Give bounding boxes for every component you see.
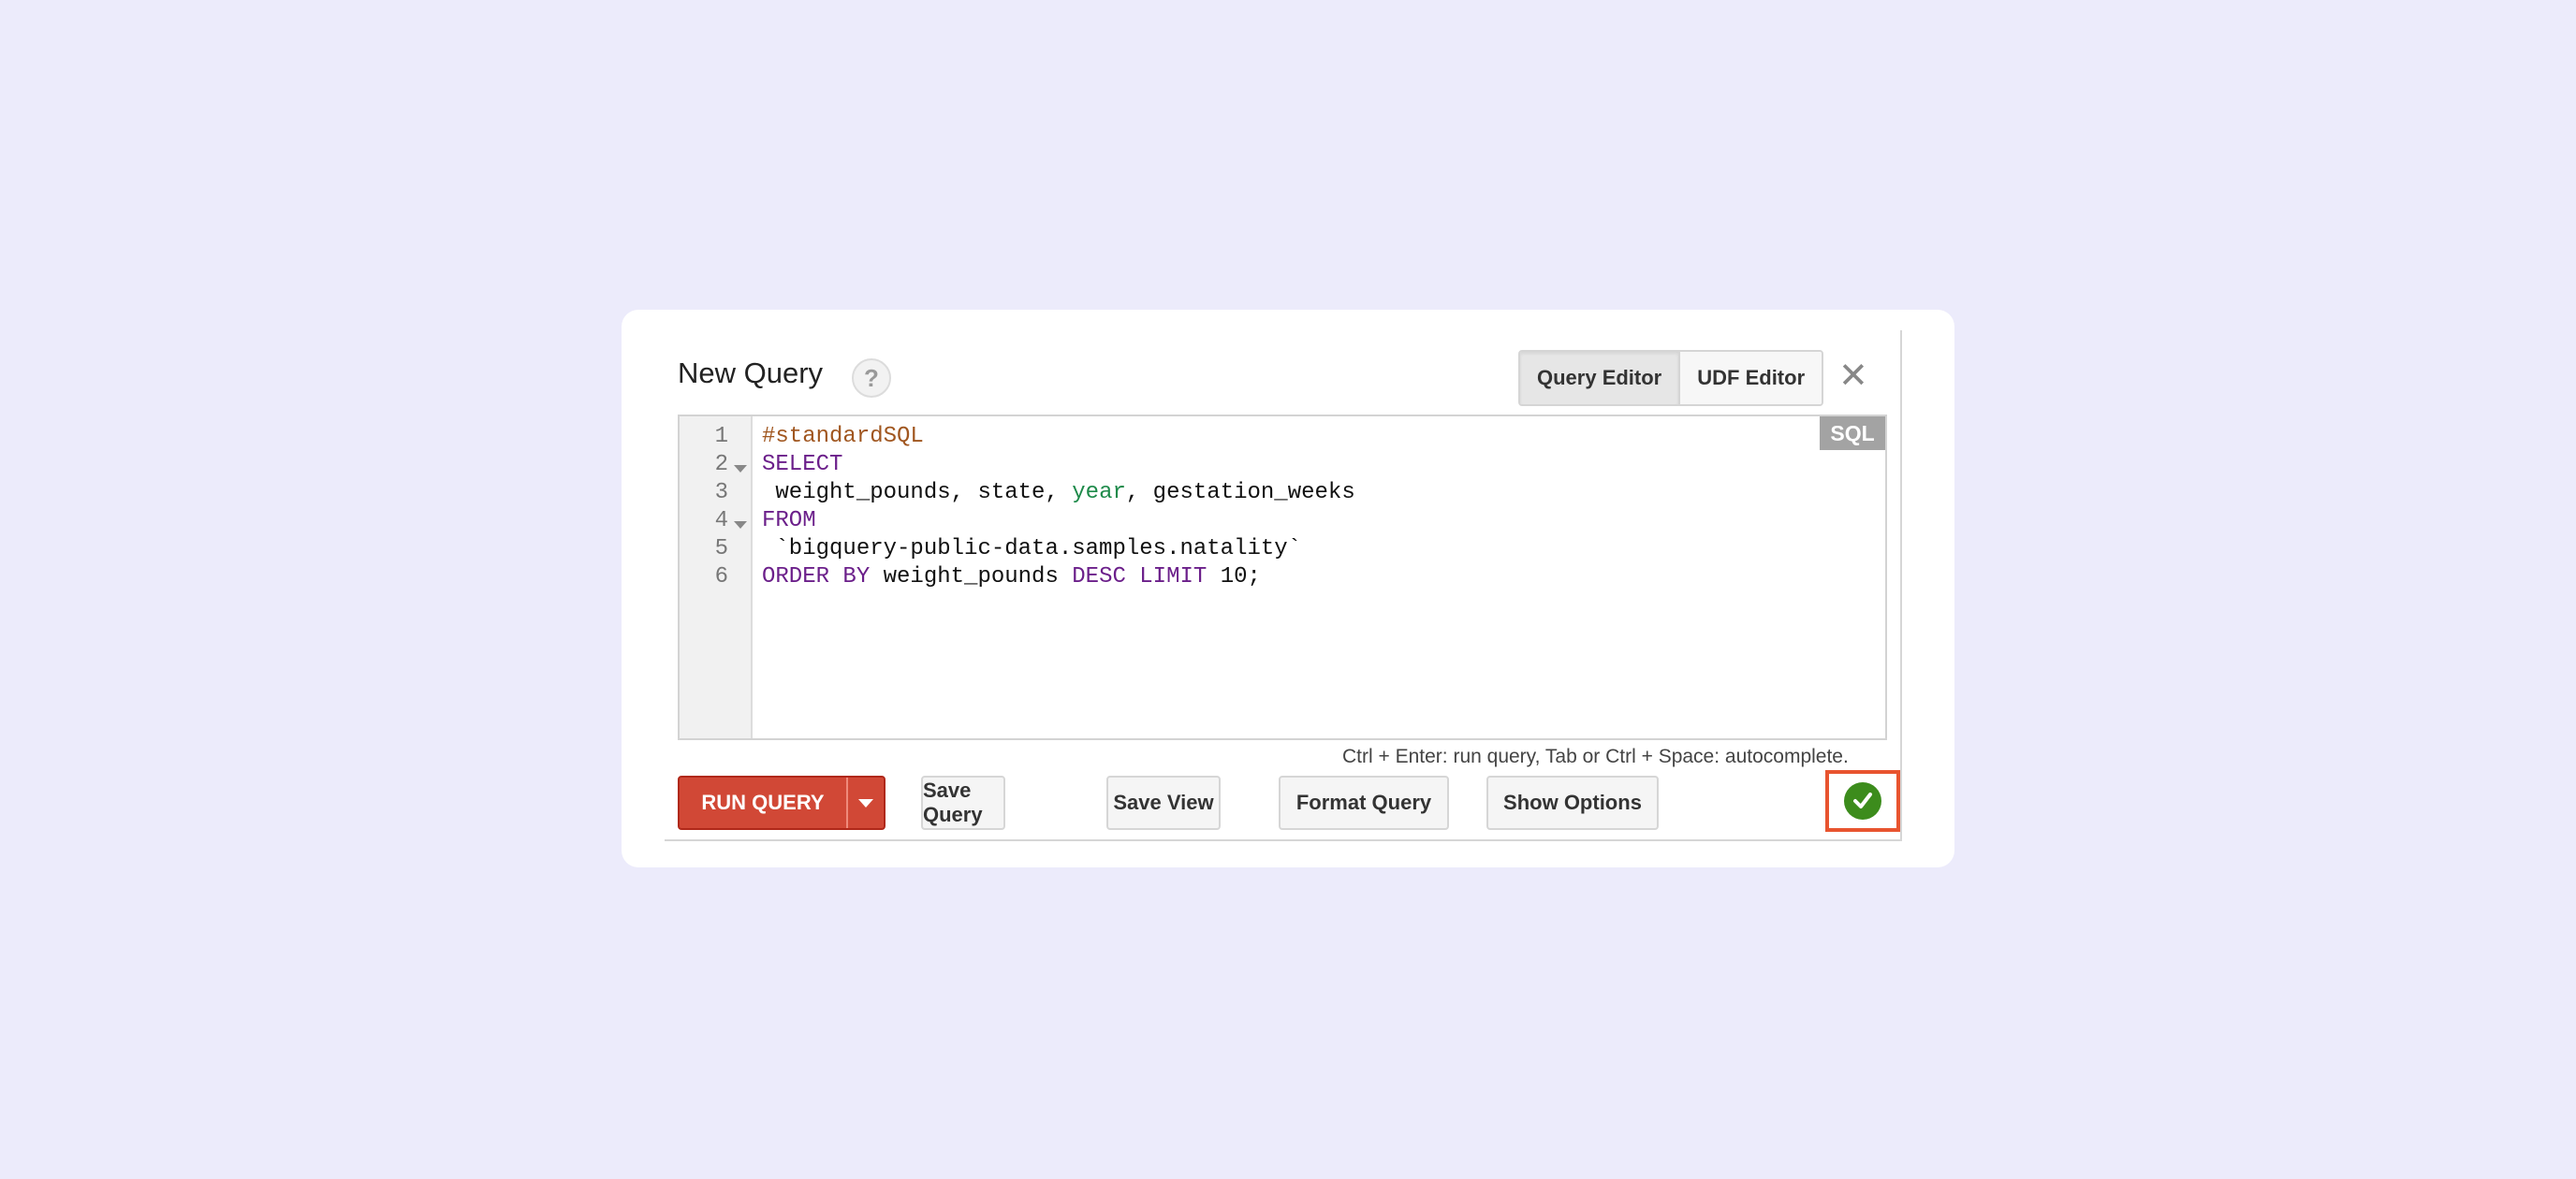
run-query-button-group: RUN QUERY xyxy=(678,776,886,830)
run-query-button[interactable]: RUN QUERY xyxy=(680,778,846,828)
editor-tabs: Query Editor UDF Editor xyxy=(1518,350,1824,406)
line-number: 1 xyxy=(714,424,728,449)
panel-border xyxy=(665,839,1902,841)
code-token: , gestation_weeks xyxy=(1125,480,1355,505)
code-token: FROM xyxy=(762,508,816,533)
check-circle-icon xyxy=(1844,782,1881,820)
fold-arrow-icon[interactable] xyxy=(734,521,747,529)
line-number: 6 xyxy=(714,564,728,590)
save-query-button[interactable]: Save Query xyxy=(921,776,1005,830)
line-number: 4 xyxy=(714,508,728,533)
close-icon[interactable]: ✕ xyxy=(1838,358,1868,394)
code-line: weight_pounds, state, year, gestation_we… xyxy=(762,480,1355,505)
line-number: 2 xyxy=(714,452,728,477)
code-line: SELECT xyxy=(762,452,842,477)
tab-udf-editor[interactable]: UDF Editor xyxy=(1680,352,1822,404)
code-token: 10; xyxy=(1207,564,1261,590)
check-mark-icon xyxy=(1853,793,1872,808)
format-query-button[interactable]: Format Query xyxy=(1279,776,1449,830)
code-line: ORDER BY weight_pounds DESC LIMIT 10; xyxy=(762,564,1261,590)
language-badge: SQL xyxy=(1820,416,1885,450)
line-number: 5 xyxy=(714,536,728,561)
code-line: `bigquery-public-data.samples.natality` xyxy=(762,536,1301,561)
show-options-button[interactable]: Show Options xyxy=(1486,776,1659,830)
dialog-title: New Query xyxy=(678,357,824,389)
line-number-gutter: 1 2 3 4 5 6 xyxy=(680,416,753,738)
new-query-dialog: New Query ? Query Editor UDF Editor ✕ 1 … xyxy=(622,310,1954,867)
code-token: DESC LIMIT xyxy=(1072,564,1208,590)
fold-arrow-icon[interactable] xyxy=(734,465,747,473)
save-view-button[interactable]: Save View xyxy=(1106,776,1221,830)
query-editor[interactable]: 1 2 3 4 5 6 #standardSQL SELECT weight_p… xyxy=(678,415,1887,740)
code-token: weight_pounds xyxy=(870,564,1073,590)
code-token: ORDER BY xyxy=(762,564,871,590)
run-options-dropdown[interactable] xyxy=(846,778,884,828)
query-validator[interactable] xyxy=(1825,770,1900,832)
keyboard-hint: Ctrl + Enter: run query, Tab or Ctrl + S… xyxy=(1342,746,1849,767)
code-token: #standardSQL xyxy=(762,424,924,449)
code-line: FROM xyxy=(762,508,816,533)
code-line: #standardSQL xyxy=(762,424,924,449)
tab-query-editor[interactable]: Query Editor xyxy=(1520,352,1681,404)
code-token: SELECT xyxy=(762,452,843,477)
code-token: `bigquery-public-data.samples.natality` xyxy=(762,536,1302,561)
code-token: year xyxy=(1072,480,1126,505)
help-icon[interactable]: ? xyxy=(852,358,891,398)
line-number: 3 xyxy=(714,480,728,505)
panel-border xyxy=(1900,330,1902,839)
code-token: weight_pounds, state, xyxy=(762,480,1073,505)
caret-down-icon xyxy=(858,798,873,808)
